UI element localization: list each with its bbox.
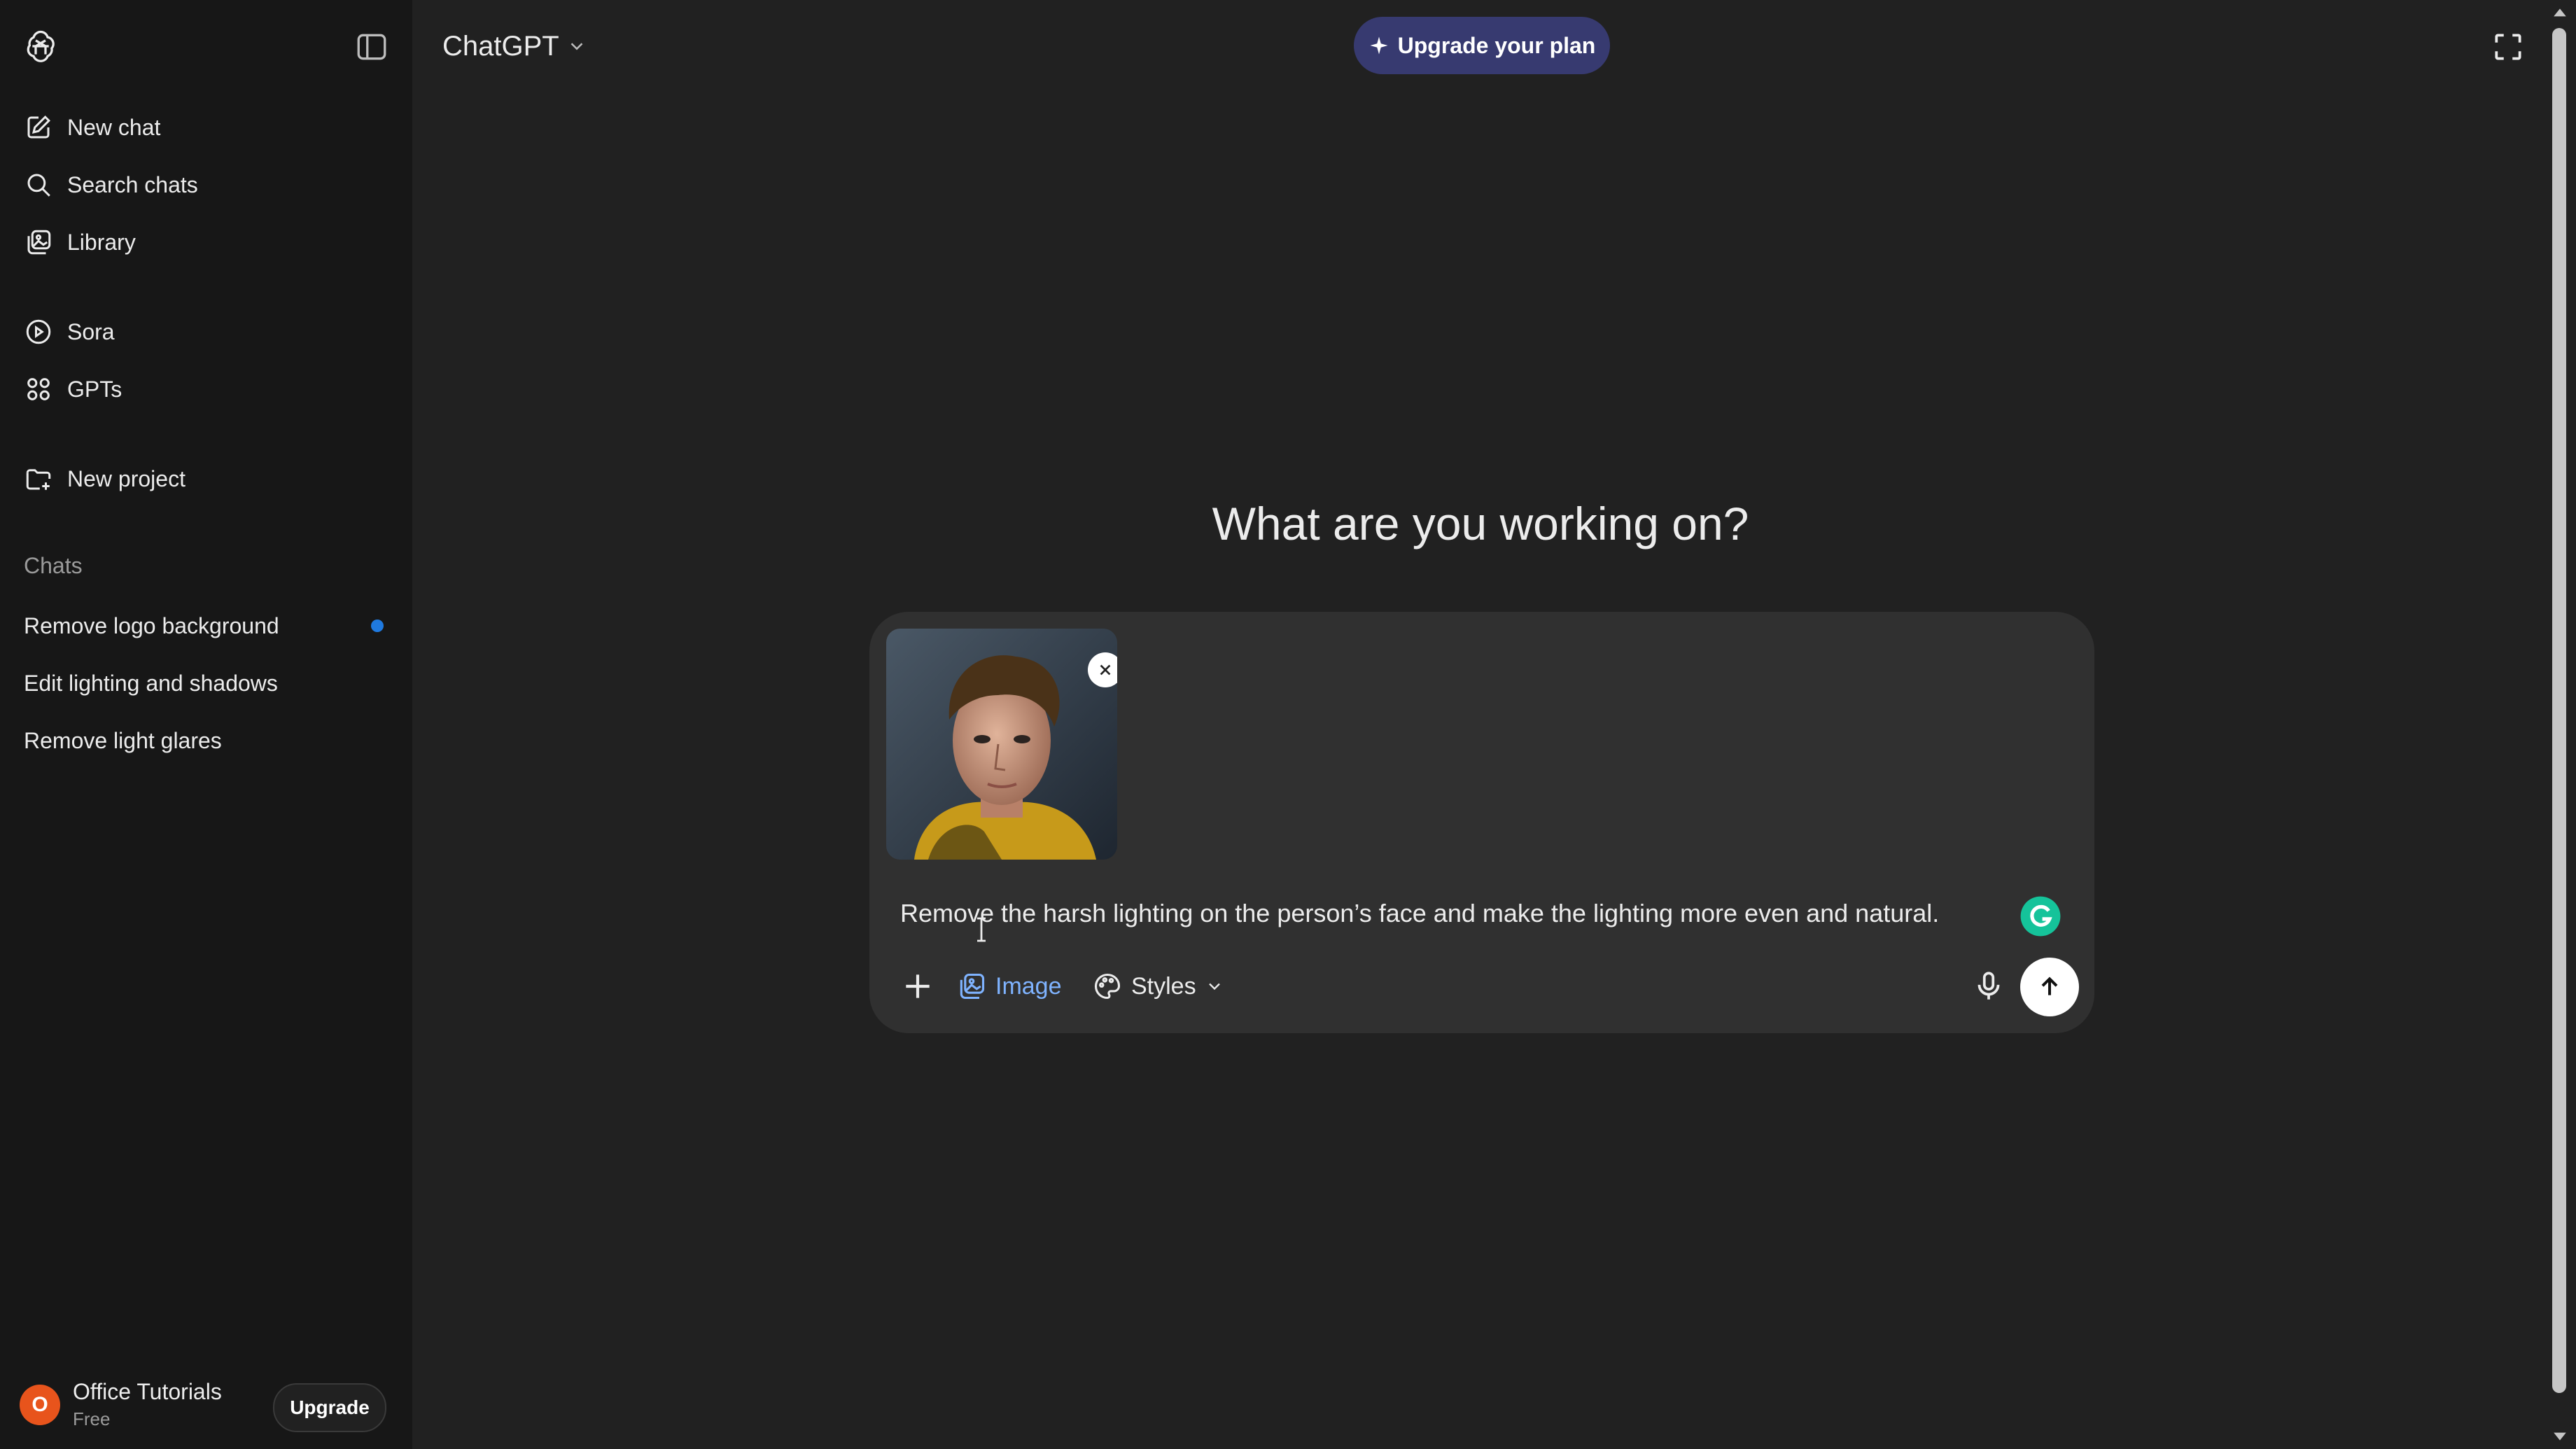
scroll-up-arrow-icon[interactable] [2552,6,2568,21]
sidebar-item-label: Sora [67,318,115,344]
user-menu[interactable]: O Office Tutorials Free Upgrade [20,1368,391,1435]
avatar[interactable]: O [20,1385,60,1425]
sidebar-item-label: Search chats [67,172,198,197]
sidebar-item-gpts[interactable]: GPTs [24,368,388,410]
grammarly-icon[interactable] [2019,895,2062,938]
model-selector[interactable]: ChatGPT [442,27,587,66]
unread-dot [371,620,384,632]
chat-item[interactable]: Edit lighting and shadows [24,662,388,704]
scrollbar-thumb[interactable] [2552,28,2566,1393]
chats-section-label: Chats [24,553,83,578]
library-icon [27,230,51,255]
arrow-up-icon [2041,976,2058,995]
image-tool-button[interactable]: Image [956,966,1062,1007]
styles-label: Styles [1131,972,1196,1000]
chat-item[interactable]: Remove light glares [24,720,388,762]
close-icon [1100,664,1111,676]
sidebar-item-label: GPTs [67,376,122,402]
text-cursor-icon [977,917,986,942]
add-attachment-icon[interactable] [900,969,935,1004]
sidebar-item-search-chats[interactable]: Search chats [24,164,388,206]
attached-image-thumbnail[interactable] [886,629,1117,860]
play-circle-icon [26,319,51,344]
portrait-photo [886,629,1117,860]
sidebar-item-label: Library [67,229,136,255]
sparkle-icon [1370,36,1388,55]
fullscreen-icon[interactable] [2491,29,2526,64]
folder-plus-icon [26,469,51,490]
new-chat-icon [27,115,50,139]
upgrade-plan-label: Upgrade your plan [1397,32,1596,58]
upgrade-plan-button[interactable]: Upgrade your plan [1354,17,1610,74]
sidebar-toggle-icon[interactable] [354,29,389,64]
chat-item-label: Edit lighting and shadows [24,670,278,696]
chevron-down-icon [1208,983,1220,990]
chatgpt-logo-icon[interactable] [21,27,60,66]
scroll-down-arrow-icon[interactable] [2552,1428,2568,1443]
sidebar-item-sora[interactable]: Sora [24,311,388,353]
sidebar-item-label: New chat [67,114,161,140]
microphone-icon[interactable] [1971,969,2006,1004]
sidebar-item-new-chat[interactable]: New chat [24,106,388,148]
app-window: New chat Search chats Library Sora GPTs … [0,0,2576,1449]
sidebar-item-label: New project [67,465,186,491]
sidebar-item-library[interactable]: Library [24,221,388,263]
chat-item-label: Remove light glares [24,727,222,753]
search-icon [27,174,50,197]
chevron-down-icon [570,43,583,50]
model-name: ChatGPT [442,30,559,62]
chat-item[interactable]: Remove logo background [24,605,388,647]
sidebar-item-new-project[interactable]: New project [24,458,388,500]
remove-attachment-button[interactable] [1088,652,1117,687]
grid-icon [27,378,50,400]
prompt-input[interactable]: Remove the harsh lighting on the person’… [900,899,2020,928]
user-plan: Free [73,1408,111,1429]
user-name: Office Tutorials [73,1379,222,1404]
send-button[interactable] [2020,958,2079,1016]
palette-icon [1094,973,1121,1000]
prompt-composer: Remove the harsh lighting on the person’… [869,612,2094,1033]
upgrade-button[interactable]: Upgrade [273,1383,386,1432]
image-icon [960,973,985,1000]
page-title: What are you working on? [1212,498,1749,550]
sidebar: New chat Search chats Library Sora GPTs … [0,0,412,1449]
styles-dropdown[interactable]: Styles [1092,966,1224,1007]
chat-item-label: Remove logo background [24,612,279,638]
image-tool-label: Image [995,972,1062,1000]
